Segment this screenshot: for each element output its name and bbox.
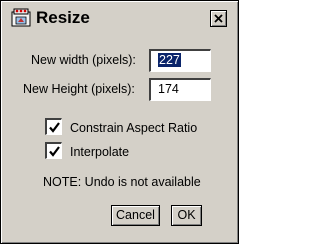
width-field[interactable]: 227	[149, 49, 211, 72]
close-icon	[214, 14, 223, 23]
title-bar[interactable]: Resize	[5, 5, 234, 31]
height-field[interactable]: 174	[149, 78, 211, 101]
interpolate-label[interactable]: Interpolate	[70, 144, 129, 160]
paint-palette-icon	[11, 8, 31, 27]
width-value: 227	[158, 53, 181, 67]
height-label: New Height (pixels):	[23, 82, 135, 96]
dialog-title: Resize	[36, 8, 90, 27]
constrain-label[interactable]: Constrain Aspect Ratio	[70, 120, 197, 136]
constrain-checkbox[interactable]	[45, 118, 62, 135]
checkmark-icon	[49, 146, 60, 157]
height-value: 174	[158, 82, 179, 96]
width-label: New width (pixels):	[31, 53, 136, 67]
interpolate-checkbox[interactable]	[45, 142, 62, 159]
undo-note: NOTE: Undo is not available	[43, 175, 201, 189]
ok-button[interactable]: OK	[171, 205, 202, 226]
close-button[interactable]	[210, 10, 227, 27]
cancel-button[interactable]: Cancel	[111, 205, 160, 226]
resize-dialog: Resize New width (pixels): 227 New Heigh…	[0, 0, 239, 244]
checkmark-icon	[49, 122, 60, 133]
